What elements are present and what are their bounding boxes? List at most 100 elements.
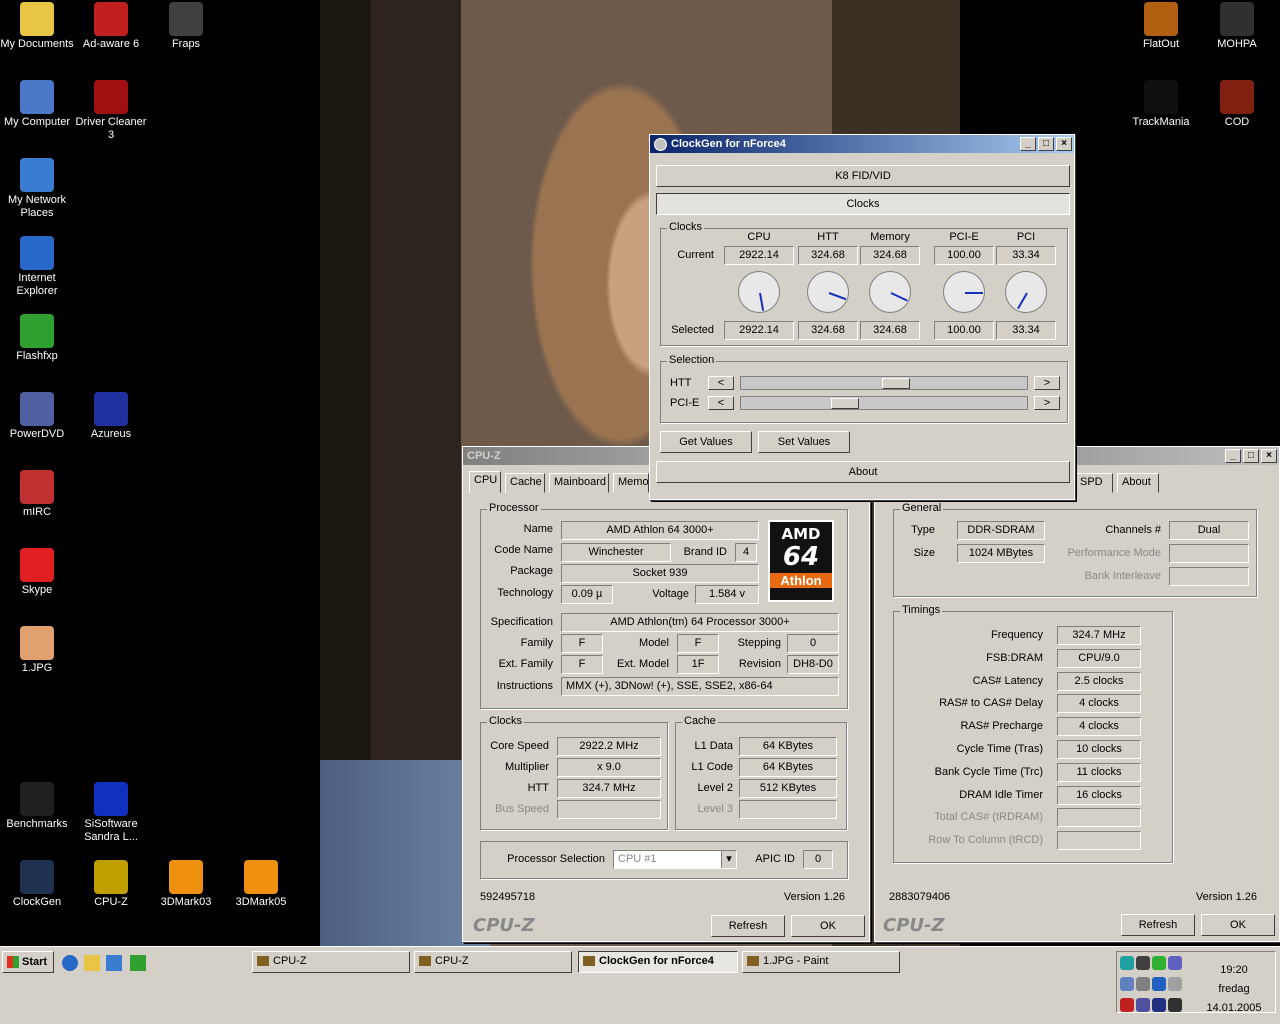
3dmark05-icon: [244, 860, 278, 894]
tab-cache[interactable]: Cache: [505, 473, 545, 493]
tray-app-icon[interactable]: [1136, 956, 1150, 970]
k8-fid-vid-button[interactable]: K8 FID/VID: [656, 165, 1070, 187]
task-cpu-z[interactable]: CPU-Z: [252, 951, 410, 973]
maximize-button[interactable]: □: [1038, 137, 1054, 151]
htt-increase-button[interactable]: >: [1034, 376, 1060, 390]
clock-header-cpu: CPU: [747, 231, 771, 243]
maximize-button[interactable]: □: [1243, 449, 1259, 463]
pcie-slider-thumb[interactable]: [830, 398, 859, 409]
desktop-icon-clockgen[interactable]: ClockGen: [0, 860, 76, 909]
close-button[interactable]: ×: [1056, 137, 1072, 151]
task-app-icon: [583, 956, 595, 967]
clocks-button[interactable]: Clocks: [656, 193, 1070, 215]
desktop-icon-fraps[interactable]: Fraps: [147, 2, 225, 51]
htt-slider[interactable]: [740, 376, 1028, 390]
tray-app-icon[interactable]: [1136, 977, 1150, 991]
tray-app-icon[interactable]: [1120, 977, 1134, 991]
driver-cleaner-icon: [94, 80, 128, 114]
desktop-icon-mirc[interactable]: mIRC: [0, 470, 76, 519]
desktop-icon-sisoftware-sandra-l[interactable]: SiSoftware Sandra L...: [72, 782, 150, 844]
close-button[interactable]: ×: [1261, 449, 1277, 463]
desktop-icon-cod[interactable]: COD: [1198, 80, 1276, 129]
clock-time[interactable]: 19:20: [1199, 964, 1269, 976]
desktop-icon-benchmarks[interactable]: Benchmarks: [0, 782, 76, 831]
desktop-icon-trackmania[interactable]: TrackMania: [1122, 80, 1200, 129]
cpu-name: AMD Athlon 64 3000+: [561, 521, 759, 540]
minimize-button[interactable]: _: [1020, 137, 1036, 151]
selected-pci: 33.34: [996, 321, 1056, 340]
timing-label: Row To Column (tRCD): [928, 834, 1043, 847]
tray-app-icon[interactable]: [1152, 998, 1166, 1012]
tab-about[interactable]: About: [1117, 473, 1159, 493]
desktop-icon-powerdvd[interactable]: PowerDVD: [0, 392, 76, 441]
desktop-icon-flashfxp[interactable]: Flashfxp: [0, 314, 76, 363]
mirc-icon: [20, 470, 54, 504]
tray-app-icon[interactable]: [1136, 998, 1150, 1012]
desktop-icon-3dmark05[interactable]: 3DMark05: [222, 860, 300, 909]
timing-label: FSB:DRAM: [986, 651, 1043, 664]
flashfxp-quicklaunch-icon[interactable]: [130, 955, 146, 971]
tray-app-icon[interactable]: [1152, 977, 1166, 991]
cpuz-icon: [94, 860, 128, 894]
ok-button[interactable]: OK: [791, 915, 865, 937]
processor-select[interactable]: CPU #1 ▾: [613, 850, 737, 869]
refresh-button[interactable]: Refresh: [711, 915, 785, 937]
outlook-quicklaunch-icon[interactable]: [106, 955, 122, 971]
desktop-icon-my-computer[interactable]: My Computer: [0, 80, 76, 129]
ok-button-2[interactable]: OK: [1201, 914, 1275, 936]
tray-app-icon[interactable]: [1168, 956, 1182, 970]
pcie-decrease-button[interactable]: <: [708, 396, 734, 410]
desktop-icon-3dmark03[interactable]: 3DMark03: [147, 860, 225, 909]
ie-quicklaunch-icon[interactable]: [62, 955, 78, 971]
tray-app-icon[interactable]: [1168, 977, 1182, 991]
htt-decrease-button[interactable]: <: [708, 376, 734, 390]
minimize-button[interactable]: _: [1225, 449, 1241, 463]
refresh-button-2[interactable]: Refresh: [1121, 914, 1195, 936]
ie-icon: [20, 236, 54, 270]
desktop-icon-1-jpg[interactable]: 1.JPG: [0, 626, 76, 675]
desktop-icon-internet-explorer[interactable]: Internet Explorer: [0, 236, 76, 298]
desktop-icon-mohpa[interactable]: MOHPA: [1198, 2, 1276, 51]
start-button[interactable]: Start: [2, 951, 54, 973]
package: Socket 939: [561, 564, 759, 583]
tab-mainboard[interactable]: Mainboard: [549, 473, 609, 493]
tab-spd[interactable]: SPD: [1075, 473, 1113, 493]
htt-slider-thumb[interactable]: [881, 378, 910, 389]
clock-day: fredag: [1218, 983, 1250, 995]
set-values-button[interactable]: Set Values: [758, 431, 850, 453]
task-clockgen-for-nforce4[interactable]: ClockGen for nForce4: [578, 951, 738, 973]
desktop-icon-flatout[interactable]: FlatOut: [1122, 2, 1200, 51]
desktop-icon-cpu-z[interactable]: CPU-Z: [72, 860, 150, 909]
tab-cpu[interactable]: CPU: [469, 471, 501, 493]
model: F: [677, 634, 719, 653]
tab-memo[interactable]: Memo: [613, 473, 649, 493]
desktop-icon-my-network-places[interactable]: My Network Places: [0, 158, 76, 220]
cpuz-cpu-window: CPU-Z CPU Cache Mainboard Memo Processor Na…: [462, 446, 870, 942]
ext-family: F: [561, 655, 603, 674]
chevron-down-icon[interactable]: ▾: [721, 851, 736, 868]
pcie-increase-button[interactable]: >: [1034, 396, 1060, 410]
tray-app-icon[interactable]: [1152, 956, 1166, 970]
desktop-icon-skype[interactable]: Skype: [0, 548, 76, 597]
about-button[interactable]: About: [656, 461, 1070, 483]
technology: 0.09 µ: [561, 585, 613, 604]
show-desktop-icon[interactable]: [84, 955, 100, 971]
selected-pci-e: 100.00: [934, 321, 994, 340]
get-values-button[interactable]: Get Values: [660, 431, 752, 453]
pcie-slider[interactable]: [740, 396, 1028, 410]
tray-app-icon[interactable]: [1120, 998, 1134, 1012]
task-1-jpg-paint[interactable]: 1.JPG - Paint: [742, 951, 900, 973]
network-icon: [20, 158, 54, 192]
task-cpu-z[interactable]: CPU-Z: [414, 951, 572, 973]
sandra-icon: [94, 782, 128, 816]
desktop-icon-ad-aware-6[interactable]: Ad-aware 6: [72, 2, 150, 51]
tray-app-icon[interactable]: [1120, 956, 1134, 970]
desktop-icon-my-documents[interactable]: My Documents: [0, 2, 76, 51]
timing-label: RAS# Precharge: [960, 720, 1043, 733]
dial-pci-e: [943, 271, 985, 313]
cpuz-id-2: 2883079406: [889, 891, 951, 903]
memory-size: 1024 MBytes: [957, 544, 1045, 563]
desktop-icon-azureus[interactable]: Azureus: [72, 392, 150, 441]
tray-app-icon[interactable]: [1168, 998, 1182, 1012]
desktop-icon-driver-cleaner-3[interactable]: Driver Cleaner 3: [72, 80, 150, 142]
